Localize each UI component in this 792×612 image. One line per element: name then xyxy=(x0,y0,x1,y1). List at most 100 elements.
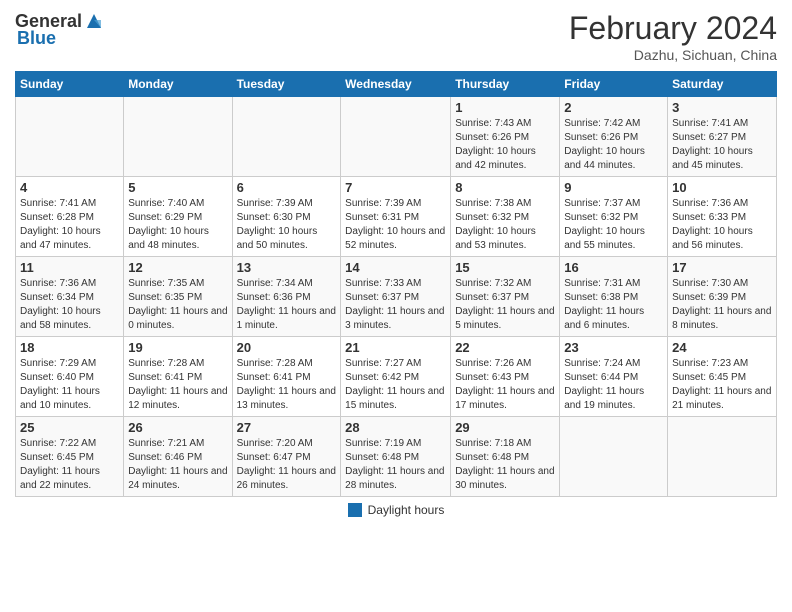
day-number: 14 xyxy=(345,260,446,275)
calendar-week-row: 11 Sunrise: 7:36 AM Sunset: 6:34 PM Dayli… xyxy=(16,257,777,337)
col-sunday: Sunday xyxy=(16,72,124,97)
day-info: Sunrise: 7:28 AM Sunset: 6:41 PM Dayligh… xyxy=(237,357,337,413)
day-number: 20 xyxy=(237,340,337,355)
calendar-cell: 17 Sunrise: 7:30 AM Sunset: 6:39 PM Dayli… xyxy=(668,257,777,337)
day-info: Sunrise: 7:39 AM Sunset: 6:30 PM Dayligh… xyxy=(237,197,337,253)
day-info: Sunrise: 7:18 AM Sunset: 6:48 PM Dayligh… xyxy=(455,437,555,493)
day-number: 4 xyxy=(20,180,119,195)
calendar-cell xyxy=(16,97,124,177)
day-number: 17 xyxy=(672,260,772,275)
day-number: 3 xyxy=(672,100,772,115)
calendar-cell: 13 Sunrise: 7:34 AM Sunset: 6:36 PM Dayli… xyxy=(232,257,341,337)
day-info: Sunrise: 7:38 AM Sunset: 6:32 PM Dayligh… xyxy=(455,197,555,253)
day-info: Sunrise: 7:21 AM Sunset: 6:46 PM Dayligh… xyxy=(128,437,227,493)
day-info: Sunrise: 7:26 AM Sunset: 6:43 PM Dayligh… xyxy=(455,357,555,413)
calendar-cell: 25 Sunrise: 7:22 AM Sunset: 6:45 PM Dayli… xyxy=(16,417,124,497)
calendar-footer: Daylight hours xyxy=(15,503,777,517)
logo-icon xyxy=(83,10,105,32)
calendar-cell: 12 Sunrise: 7:35 AM Sunset: 6:35 PM Dayli… xyxy=(124,257,232,337)
calendar-cell xyxy=(560,417,668,497)
col-tuesday: Tuesday xyxy=(232,72,341,97)
day-number: 12 xyxy=(128,260,227,275)
month-year-title: February 2024 xyxy=(569,10,777,47)
day-number: 29 xyxy=(455,420,555,435)
day-number: 25 xyxy=(20,420,119,435)
day-info: Sunrise: 7:36 AM Sunset: 6:34 PM Dayligh… xyxy=(20,277,119,333)
day-info: Sunrise: 7:37 AM Sunset: 6:32 PM Dayligh… xyxy=(564,197,663,253)
col-friday: Friday xyxy=(560,72,668,97)
day-info: Sunrise: 7:34 AM Sunset: 6:36 PM Dayligh… xyxy=(237,277,337,333)
calendar-cell: 4 Sunrise: 7:41 AM Sunset: 6:28 PM Daylig… xyxy=(16,177,124,257)
location-subtitle: Dazhu, Sichuan, China xyxy=(569,47,777,63)
calendar-cell: 16Sunrise: 7:31 AM Sunset: 6:38 PM Dayli… xyxy=(560,257,668,337)
day-number: 2 xyxy=(564,100,663,115)
calendar-week-row: 1 Sunrise: 7:43 AM Sunset: 6:26 PM Daylig… xyxy=(16,97,777,177)
day-number: 1 xyxy=(455,100,555,115)
day-number: 18 xyxy=(20,340,119,355)
logo-blue-text: Blue xyxy=(17,28,56,49)
day-info: Sunrise: 7:28 AM Sunset: 6:41 PM Dayligh… xyxy=(128,357,227,413)
calendar-cell: 22 Sunrise: 7:26 AM Sunset: 6:43 PM Dayli… xyxy=(451,337,560,417)
calendar-cell: 1 Sunrise: 7:43 AM Sunset: 6:26 PM Daylig… xyxy=(451,97,560,177)
calendar-cell: 19Sunrise: 7:28 AM Sunset: 6:41 PM Dayli… xyxy=(124,337,232,417)
title-block: February 2024 Dazhu, Sichuan, China xyxy=(569,10,777,63)
day-info: Sunrise: 7:43 AM Sunset: 6:26 PM Dayligh… xyxy=(455,117,555,173)
day-info: Sunrise: 7:30 AM Sunset: 6:39 PM Dayligh… xyxy=(672,277,772,333)
day-number: 8 xyxy=(455,180,555,195)
day-number: 11 xyxy=(20,260,119,275)
day-info: Sunrise: 7:23 AM Sunset: 6:45 PM Dayligh… xyxy=(672,357,772,413)
calendar-cell: 11 Sunrise: 7:36 AM Sunset: 6:34 PM Dayli… xyxy=(16,257,124,337)
day-number: 6 xyxy=(237,180,337,195)
day-number: 16 xyxy=(564,260,663,275)
day-info: Sunrise: 7:39 AM Sunset: 6:31 PM Dayligh… xyxy=(345,197,446,253)
calendar-cell: 8 Sunrise: 7:38 AM Sunset: 6:32 PM Daylig… xyxy=(451,177,560,257)
day-info: Sunrise: 7:35 AM Sunset: 6:35 PM Dayligh… xyxy=(128,277,227,333)
calendar-cell xyxy=(124,97,232,177)
calendar-cell: 5 Sunrise: 7:40 AM Sunset: 6:29 PM Daylig… xyxy=(124,177,232,257)
calendar-cell xyxy=(232,97,341,177)
calendar-cell: 26 Sunrise: 7:21 AM Sunset: 6:46 PM Dayli… xyxy=(124,417,232,497)
legend-color-box xyxy=(348,503,362,517)
day-number: 26 xyxy=(128,420,227,435)
logo: General Blue xyxy=(15,10,105,49)
calendar-cell: 27Sunrise: 7:20 AM Sunset: 6:47 PM Dayli… xyxy=(232,417,341,497)
calendar-week-row: 18Sunrise: 7:29 AM Sunset: 6:40 PM Dayli… xyxy=(16,337,777,417)
col-wednesday: Wednesday xyxy=(341,72,451,97)
calendar-cell: 10 Sunrise: 7:36 AM Sunset: 6:33 PM Dayli… xyxy=(668,177,777,257)
calendar-cell xyxy=(341,97,451,177)
calendar-week-row: 4 Sunrise: 7:41 AM Sunset: 6:28 PM Daylig… xyxy=(16,177,777,257)
calendar-cell: 29 Sunrise: 7:18 AM Sunset: 6:48 PM Dayli… xyxy=(451,417,560,497)
day-number: 28 xyxy=(345,420,446,435)
day-number: 5 xyxy=(128,180,227,195)
calendar-cell: 3 Sunrise: 7:41 AM Sunset: 6:27 PM Daylig… xyxy=(668,97,777,177)
day-info: Sunrise: 7:24 AM Sunset: 6:44 PM Dayligh… xyxy=(564,357,663,413)
day-number: 10 xyxy=(672,180,772,195)
calendar-cell: 23Sunrise: 7:24 AM Sunset: 6:44 PM Dayli… xyxy=(560,337,668,417)
calendar-cell: 2 Sunrise: 7:42 AM Sunset: 6:26 PM Daylig… xyxy=(560,97,668,177)
day-number: 22 xyxy=(455,340,555,355)
day-number: 9 xyxy=(564,180,663,195)
page-header: General Blue February 2024 Dazhu, Sichua… xyxy=(15,10,777,63)
day-info: Sunrise: 7:41 AM Sunset: 6:27 PM Dayligh… xyxy=(672,117,772,173)
day-info: Sunrise: 7:41 AM Sunset: 6:28 PM Dayligh… xyxy=(20,197,119,253)
calendar-week-row: 25 Sunrise: 7:22 AM Sunset: 6:45 PM Dayli… xyxy=(16,417,777,497)
calendar-header-row: Sunday Monday Tuesday Wednesday Thursday… xyxy=(16,72,777,97)
day-number: 13 xyxy=(237,260,337,275)
calendar-cell: 9 Sunrise: 7:37 AM Sunset: 6:32 PM Daylig… xyxy=(560,177,668,257)
day-number: 24 xyxy=(672,340,772,355)
calendar-cell: 7 Sunrise: 7:39 AM Sunset: 6:31 PM Daylig… xyxy=(341,177,451,257)
day-number: 27 xyxy=(237,420,337,435)
day-info: Sunrise: 7:42 AM Sunset: 6:26 PM Dayligh… xyxy=(564,117,663,173)
day-info: Sunrise: 7:33 AM Sunset: 6:37 PM Dayligh… xyxy=(345,277,446,333)
col-monday: Monday xyxy=(124,72,232,97)
day-number: 15 xyxy=(455,260,555,275)
calendar-cell: 21Sunrise: 7:27 AM Sunset: 6:42 PM Dayli… xyxy=(341,337,451,417)
calendar-cell: 14 Sunrise: 7:33 AM Sunset: 6:37 PM Dayli… xyxy=(341,257,451,337)
col-saturday: Saturday xyxy=(668,72,777,97)
day-info: Sunrise: 7:36 AM Sunset: 6:33 PM Dayligh… xyxy=(672,197,772,253)
day-number: 7 xyxy=(345,180,446,195)
day-info: Sunrise: 7:22 AM Sunset: 6:45 PM Dayligh… xyxy=(20,437,119,493)
day-info: Sunrise: 7:40 AM Sunset: 6:29 PM Dayligh… xyxy=(128,197,227,253)
day-number: 21 xyxy=(345,340,446,355)
col-thursday: Thursday xyxy=(451,72,560,97)
